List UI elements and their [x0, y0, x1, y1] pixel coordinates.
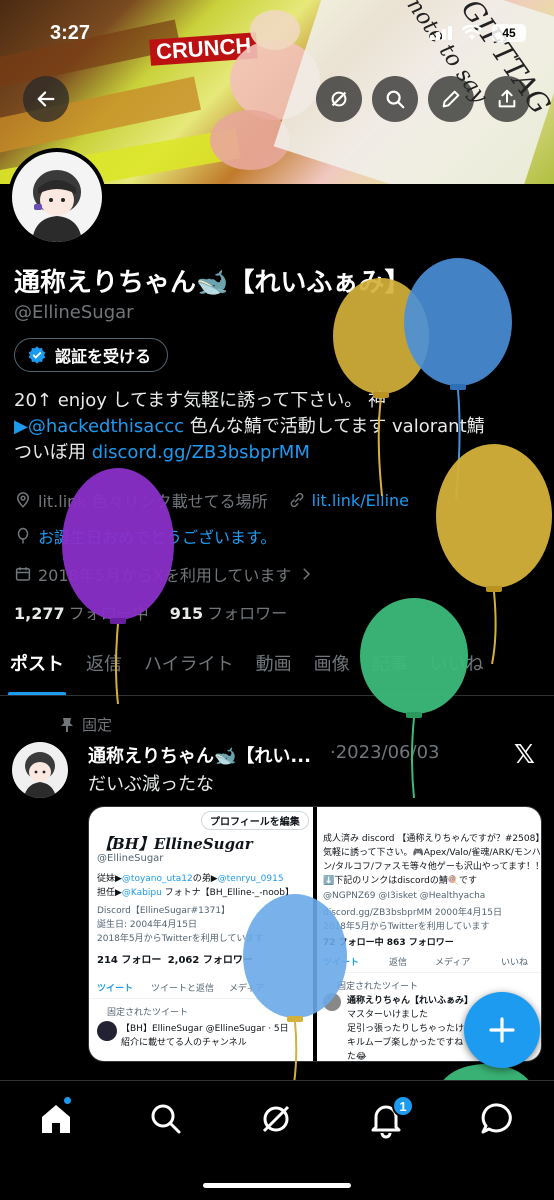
pin-icon	[61, 717, 73, 732]
cellular-signal-icon	[430, 26, 452, 40]
shot-left-counts: 214 フォロー 2,062 フォロワー	[97, 955, 253, 966]
calendar-icon	[15, 567, 31, 581]
status-time: 3:27	[50, 22, 91, 44]
search-icon	[386, 90, 405, 109]
tab-images[interactable]: 画像	[302, 646, 360, 695]
get-verified-label: 認証を受ける	[55, 347, 152, 366]
shot-right-tweet-l3: キルムーブ楽しかったですね	[347, 1038, 464, 1048]
battery-indicator: 45	[492, 24, 526, 42]
tweet-author-name[interactable]: 通称えりちゃん🐋【れい...	[88, 742, 311, 768]
bio-mention-link[interactable]: ▶@hackedthisaccc	[14, 416, 184, 437]
tab-videos[interactable]: 動画	[244, 646, 302, 695]
get-verified-button[interactable]: 認証を受ける	[14, 338, 169, 372]
share-button[interactable]	[484, 76, 530, 122]
avatar-illustration	[32, 170, 82, 242]
balloon-blue-2	[243, 894, 347, 1084]
pencil-icon	[442, 90, 460, 108]
shot-right-tabs: ツイート 返信 メディア いいね	[317, 951, 541, 973]
arrow-left-icon	[37, 91, 55, 107]
bio-line-3: ついぼ用	[14, 442, 92, 463]
link-icon	[290, 492, 304, 508]
tweet-avatar[interactable]	[12, 742, 68, 798]
shot-left-line1: 従妹▶@toyano_uta12の弟▶@tenryu_0915	[97, 874, 284, 884]
balloon-green-2	[443, 1064, 529, 1080]
profile-handle: @EllineSugar	[14, 302, 134, 323]
balloon-icon	[17, 527, 29, 544]
notification-badge: 1	[392, 1095, 414, 1117]
shot-right-line1: 成人済み discord 【通称えりちゃんですが？#2508】	[323, 834, 541, 844]
plus-icon	[489, 1017, 515, 1043]
chevron-right-icon	[303, 568, 311, 580]
edit-button[interactable]	[428, 76, 474, 122]
share-icon	[498, 89, 516, 108]
shot-left-tweet-text: 紹介に載せてる人のチャンネル	[121, 1038, 247, 1048]
shot-left-line4: 誕生日: 2004年4月15日	[97, 920, 197, 930]
balloon-green-1	[360, 598, 468, 798]
shot-right-tweet-l2: 足引っ張ったりしちゃったけど	[347, 1024, 474, 1034]
shot-left-tweet-avatar	[97, 1021, 117, 1041]
tweet-text: だいぶ減ったな	[88, 774, 214, 795]
edit-profile-button-image: プロフィールを編集	[201, 811, 309, 830]
shot-right-tweet-author: 通称えりちゃん【れいふぁみ】	[347, 996, 474, 1006]
location-pin-icon	[16, 492, 30, 508]
status-bar: 3:27 45	[0, 18, 554, 54]
grok-nav-icon[interactable]	[256, 1099, 296, 1139]
followers-link[interactable]: 915 フォロワー	[170, 604, 287, 623]
shot-right-line3: ン/タルコフ/ファスモ等々他ゲーも沢山やってます！！	[323, 862, 541, 872]
following-count: 1,277	[14, 604, 65, 623]
search-button[interactable]	[372, 76, 418, 122]
followers-label: フォロワー	[207, 604, 288, 623]
shot-right-line2: 気軽に誘って下さい。🎮Apex/Valo/雀魂/ARK/モンハ	[323, 848, 541, 858]
profile-avatar[interactable]	[8, 148, 106, 246]
shot-left-line5: 2018年5月からTwitterを利用しています	[97, 934, 264, 944]
home-icon[interactable]	[36, 1099, 76, 1139]
back-button[interactable]	[23, 76, 69, 122]
search-nav-icon[interactable]	[146, 1099, 186, 1139]
balloon-purple	[62, 468, 174, 704]
shot-left-name: 【BH】EllineSugar	[97, 835, 253, 853]
shot-right-tweet-l1: マスターいけました	[347, 1010, 429, 1020]
home-unread-dot	[64, 1097, 71, 1104]
verified-badge-icon	[28, 346, 46, 364]
home-indicator	[203, 1183, 351, 1188]
bio-discord-link[interactable]: discord.gg/ZB3bsbprMM	[92, 442, 310, 463]
grok-button[interactable]	[316, 76, 362, 122]
tweet-avatar-illustration	[24, 752, 56, 798]
wifi-icon	[462, 25, 482, 40]
compose-button[interactable]	[464, 992, 540, 1068]
x-logo-icon: 𝕏	[514, 740, 535, 770]
shot-left-pinned: 固定されたツイート	[107, 1008, 189, 1018]
messages-icon[interactable]	[478, 1099, 518, 1139]
pinned-indicator: 固定	[60, 714, 112, 735]
shot-left-line3: Discord【EllineSugar#1371】	[97, 906, 231, 916]
grok-icon	[331, 91, 347, 107]
pinned-label: 固定	[82, 716, 113, 734]
shot-right-line4: ⬇️下記のリンクはdiscordの鯖🍭です	[323, 876, 478, 886]
shot-left-handle: @EllineSugar	[97, 853, 164, 864]
bottom-navigation: 1	[0, 1080, 554, 1200]
